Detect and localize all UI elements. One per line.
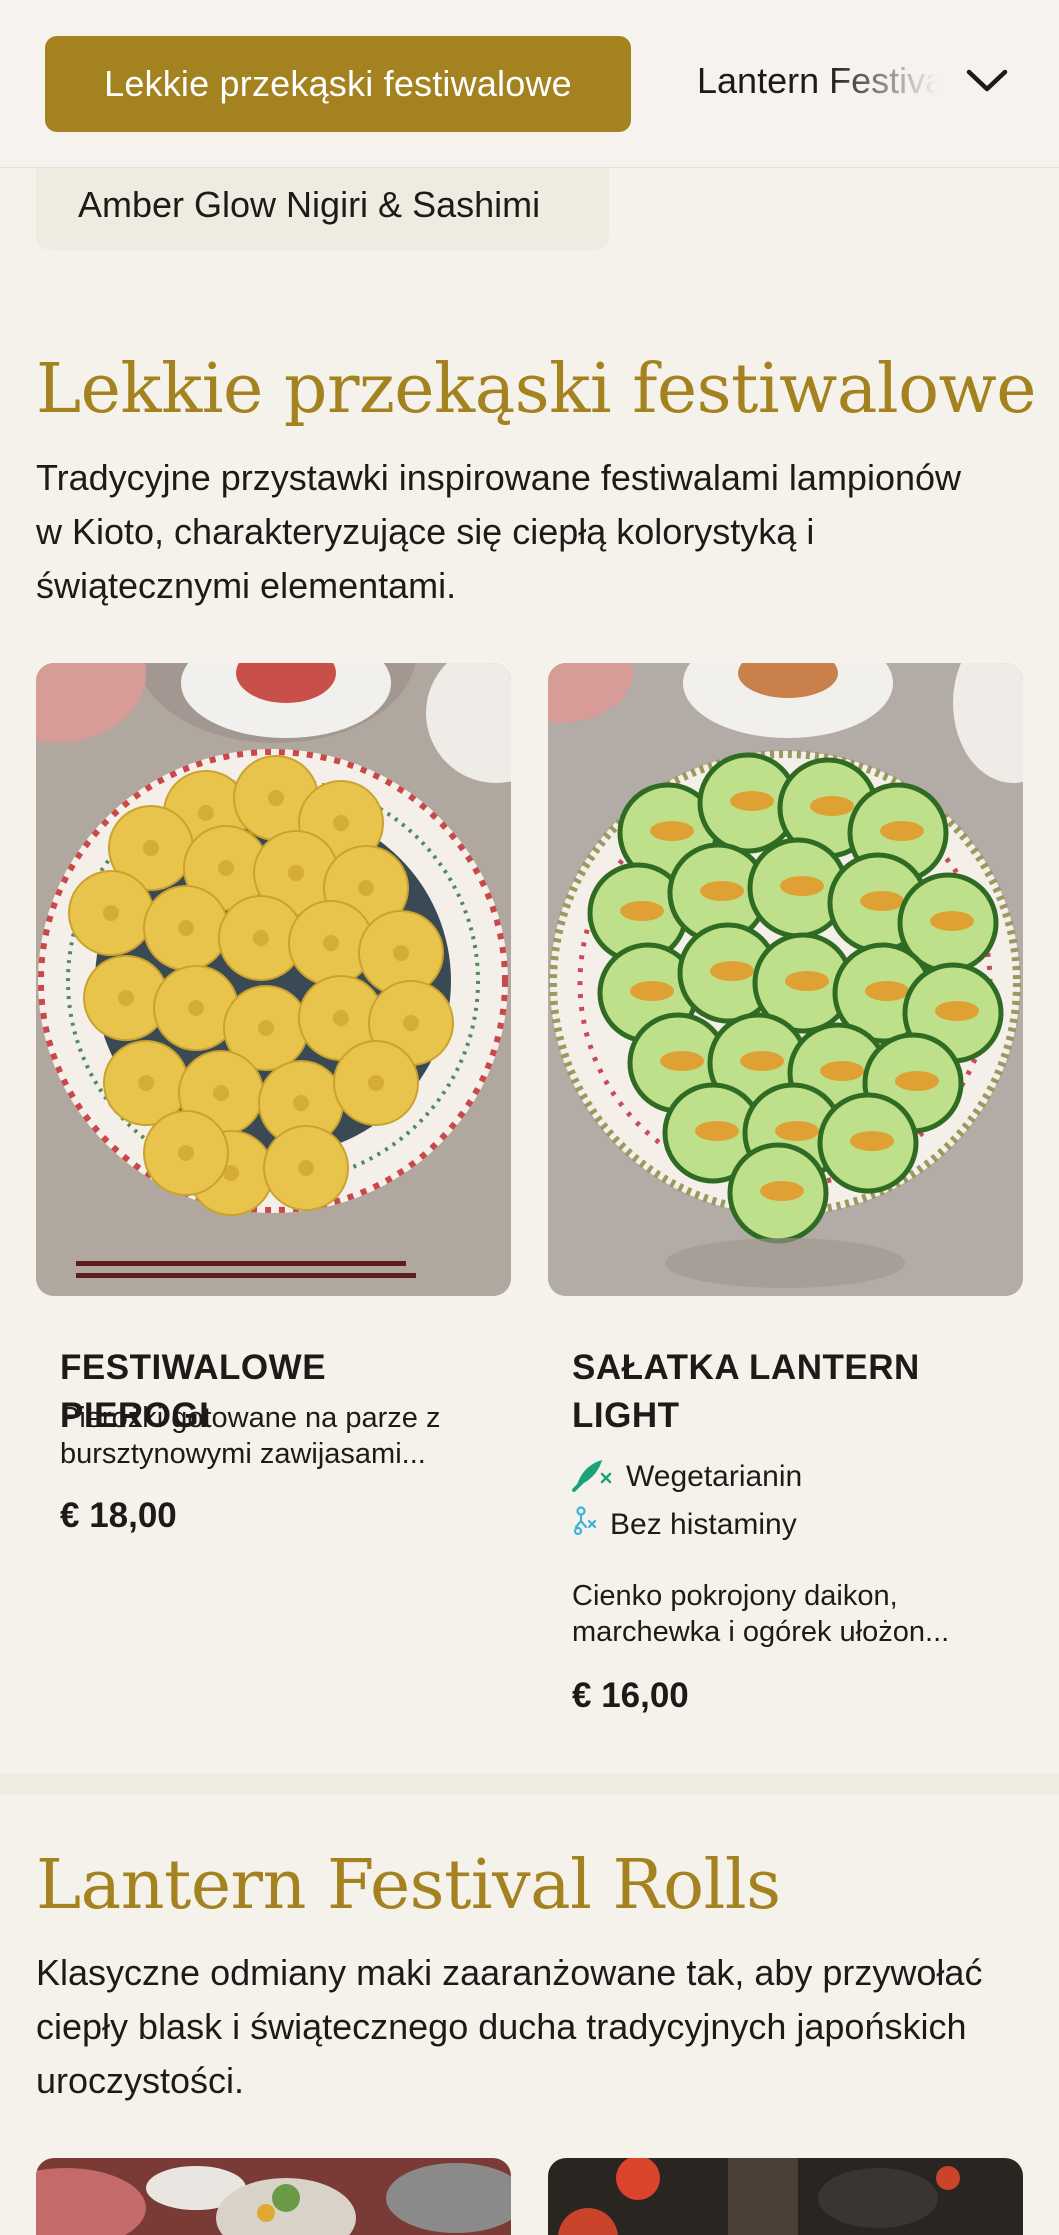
category-tab-next-label: Lantern Festival Rolls <box>697 60 937 101</box>
dumpling-fold <box>358 880 374 896</box>
dumpling-fold <box>138 1075 154 1091</box>
sauce-drizzle <box>850 1131 894 1151</box>
category-tab-active[interactable]: Lekkie przekąski festiwalowe <box>45 36 631 132</box>
dumpling-fold <box>218 860 234 876</box>
section-title: Lantern Festival Rolls <box>36 1846 781 1925</box>
dietary-tag-label: Bez histaminy <box>610 1508 797 1541</box>
menu-item-price: € 18,00 <box>60 1496 177 1535</box>
dumpling-fold <box>118 990 134 1006</box>
subcategory-chip[interactable]: Amber Glow Nigiri & Sashimi <box>36 160 609 250</box>
dumpling-fold <box>258 1020 274 1036</box>
rolls-photo[interactable] <box>548 2158 1023 2235</box>
sauce-drizzle <box>895 1071 939 1091</box>
dumpling-fold <box>268 790 284 806</box>
sauce-drizzle <box>710 961 754 981</box>
sauce-drizzle <box>820 1061 864 1081</box>
dietary-tag: Bez histaminy <box>572 1505 797 1545</box>
category-tab-next[interactable]: Lantern Festival Rolls <box>697 60 937 108</box>
dumpling-fold <box>393 945 409 961</box>
histamine-free-icon <box>572 1505 598 1545</box>
sauce-drizzle <box>620 901 664 921</box>
chevron-down-icon[interactable] <box>962 56 1012 106</box>
dumpling-fold <box>143 840 159 856</box>
sauce-drizzle <box>730 791 774 811</box>
cucumber-salad-photo[interactable] <box>548 663 1023 1296</box>
dumpling-fold <box>368 1075 384 1091</box>
dumpling-fold <box>253 930 269 946</box>
dietary-tag-label: Wegetarianin <box>626 1460 803 1493</box>
dumpling-fold <box>198 805 214 821</box>
dumpling-fold <box>323 935 339 951</box>
dumpling-fold <box>178 1145 194 1161</box>
dumpling-fold <box>298 1160 314 1176</box>
dumpling-fold <box>333 1010 349 1026</box>
dumpling-fold <box>288 865 304 881</box>
sauce-drizzle <box>880 821 924 841</box>
section-description: Klasyczne odmiany maki zaaranżowane tak,… <box>36 1952 983 2101</box>
rolls-photo[interactable] <box>36 2158 511 2235</box>
sauce-drizzle <box>935 1001 979 1021</box>
section-divider <box>0 1773 1059 1795</box>
dumpling-fold <box>403 1015 419 1031</box>
sauce-drizzle <box>740 1051 784 1071</box>
vegetarian-icon <box>572 1454 614 1500</box>
sauce-drizzle <box>760 1181 804 1201</box>
category-tab-active-label: Lekkie przekąski festiwalowe <box>104 63 572 104</box>
section-title: Lekkie przekąski festiwalowe <box>36 350 1037 429</box>
dumpling-fold <box>213 1085 229 1101</box>
section-description: Tradycyjne przystawki inspirowane festiw… <box>36 457 962 606</box>
sauce-drizzle <box>865 981 909 1001</box>
dietary-tag: Wegetarianin <box>572 1454 802 1500</box>
sauce-drizzle <box>695 1121 739 1141</box>
sauce-drizzle <box>810 796 854 816</box>
dumplings-plate-photo[interactable] <box>36 663 511 1296</box>
sauce-drizzle <box>630 981 674 1001</box>
sauce-drizzle <box>700 881 744 901</box>
sauce-drizzle <box>930 911 974 931</box>
menu-item-name[interactable]: SAŁATKA LANTERN LIGHT <box>572 1344 992 1440</box>
sauce-drizzle <box>860 891 904 911</box>
sauce-drizzle <box>780 876 824 896</box>
subcategory-chip-label: Amber Glow Nigiri & Sashimi <box>78 184 541 225</box>
dumpling-fold <box>178 920 194 936</box>
dumpling-fold <box>188 1000 204 1016</box>
menu-item-price: € 16,00 <box>572 1676 689 1715</box>
sauce-drizzle <box>650 821 694 841</box>
dumpling-fold <box>333 815 349 831</box>
sauce-drizzle <box>660 1051 704 1071</box>
sauce-drizzle <box>785 971 829 991</box>
sauce-drizzle <box>775 1121 819 1141</box>
menu-item-description: Pierożki gotowane na parze z bursztynowy… <box>60 1402 441 1470</box>
menu-item-description: Cienko pokrojony daikon, marchewka i ogó… <box>572 1580 950 1648</box>
dumpling-fold <box>293 1095 309 1111</box>
dumpling-fold <box>103 905 119 921</box>
category-nav-bar: Lekkie przekąski festiwalowe Lantern Fes… <box>0 0 1059 168</box>
